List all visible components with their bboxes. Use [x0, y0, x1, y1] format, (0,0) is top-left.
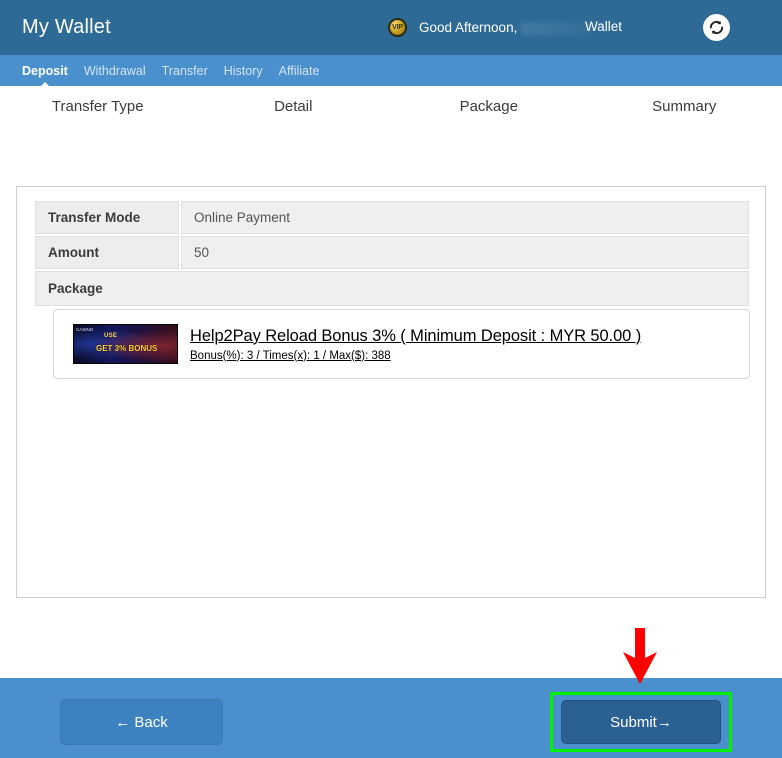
username-redacted	[521, 21, 592, 35]
tab-deposit[interactable]: Deposit	[22, 64, 68, 78]
amount-label: Amount	[35, 236, 179, 269]
package-text-block: Help2Pay Reload Bonus 3% ( Minimum Depos…	[190, 327, 641, 362]
banner-line-2: GET 3% BONUS	[96, 344, 158, 353]
vip-badge-label: VIP	[392, 24, 403, 31]
wallet-page: My Wallet VIP Good Afternoon, Wallet Dep…	[0, 0, 782, 758]
transfer-mode-value: Online Payment	[181, 201, 749, 234]
table-row: Amount 50	[35, 236, 749, 269]
summary-table: Transfer Mode Online Payment Amount 50 P…	[35, 201, 749, 318]
progress-stepper: Transfer Type Detail Package Summary	[0, 86, 782, 243]
summary-panel: Transfer Mode Online Payment Amount 50 P…	[16, 186, 766, 598]
tab-transfer[interactable]: Transfer	[162, 64, 208, 78]
page-title: My Wallet	[22, 16, 111, 38]
red-arrow-annotation	[623, 628, 657, 684]
step-label-package: Package	[459, 98, 518, 115]
banner-line-1: USE	[104, 333, 118, 339]
step-label-summary: Summary	[652, 98, 717, 115]
vip-badge-icon: VIP	[388, 18, 407, 37]
package-section-header: Package	[35, 271, 749, 306]
greeting-label: Good Afternoon,	[419, 20, 518, 35]
package-details-link[interactable]: Bonus(%): 3 / Times(x): 1 / Max($): 388	[190, 350, 641, 362]
submit-button[interactable]: Submit→	[561, 700, 721, 744]
amount-value: 50	[181, 236, 749, 269]
header-greeting-group: VIP Good Afternoon,	[388, 0, 592, 55]
package-card[interactable]: CASINO USE GET 3% BONUS Help2Pay Reload …	[53, 309, 750, 379]
step-label-row: Transfer Type Detail Package Summary	[0, 98, 782, 115]
wallet-menu-label[interactable]: Wallet	[585, 19, 622, 34]
step-label-detail: Detail	[274, 98, 313, 115]
tab-history[interactable]: History	[224, 64, 263, 78]
secondary-nav: Deposit Withdrawal Transfer History Affi…	[0, 55, 782, 86]
package-banner-image: CASINO USE GET 3% BONUS	[73, 324, 178, 364]
greeting-text: Good Afternoon,	[419, 20, 592, 35]
package-title-link[interactable]: Help2Pay Reload Bonus 3% ( Minimum Depos…	[190, 327, 641, 346]
banner-logo-text: CASINO	[76, 327, 94, 332]
transfer-mode-label: Transfer Mode	[35, 201, 179, 234]
nav-tab-list: Deposit Withdrawal Transfer History Affi…	[0, 55, 782, 86]
step-label-transfer-type: Transfer Type	[51, 98, 144, 115]
back-button[interactable]: ← Back	[60, 699, 223, 745]
app-header: My Wallet VIP Good Afternoon, Wallet	[0, 0, 782, 55]
tab-affiliate[interactable]: Affiliate	[279, 64, 320, 78]
refresh-icon[interactable]	[703, 14, 730, 41]
tab-withdrawal[interactable]: Withdrawal	[84, 64, 146, 78]
table-row: Transfer Mode Online Payment	[35, 201, 749, 234]
